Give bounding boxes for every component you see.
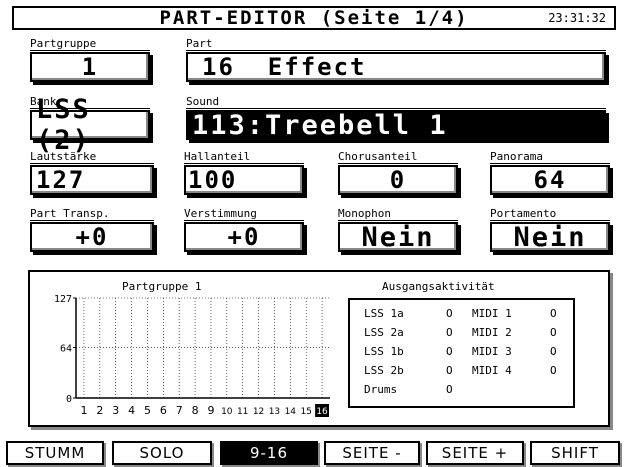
solo-button[interactable]: SOLO: [112, 441, 212, 465]
range-9-16-button[interactable]: 9-16: [220, 441, 318, 465]
label-partgruppe: Partgruppe: [30, 37, 97, 50]
label-underline: [338, 163, 458, 164]
bank-field[interactable]: LSS (2): [30, 94, 150, 156]
x-tick-label: 6: [160, 404, 167, 417]
x-tick-label: 10: [221, 407, 233, 417]
x-tick-label: 13: [269, 407, 280, 417]
label-sound: Sound: [186, 95, 220, 108]
part-field[interactable]: 16 Effect: [186, 52, 606, 82]
label-underline: [30, 50, 150, 51]
shift-button[interactable]: SHIFT: [530, 441, 620, 465]
label-underline: [186, 50, 606, 51]
x-tick-label: 7: [176, 404, 183, 417]
x-tick-label: 14: [285, 407, 297, 417]
output-indicator: O: [550, 326, 557, 339]
label-underline: [490, 163, 610, 164]
verstimmung-field[interactable]: +0: [184, 222, 304, 252]
x-tick-label: 5: [144, 404, 151, 417]
y-tick-label: 0: [66, 394, 72, 405]
part-editor-screen: PART-EDITOR (Seite 1/4) 23:31:32 Partgru…: [0, 0, 626, 467]
output-indicator: O: [446, 364, 453, 377]
x-tick-label: 11: [237, 407, 248, 417]
panorama-field[interactable]: 64: [490, 165, 610, 195]
sound-field[interactable]: 113:Treebell 1: [186, 110, 606, 141]
label-panorama: Panorama: [490, 150, 543, 163]
page-next-button[interactable]: SEITE +: [426, 441, 524, 465]
output-label: LSS 2b: [364, 364, 404, 377]
output-activity-title: Ausgangsaktivität: [382, 280, 495, 293]
x-tick-label: 4: [128, 404, 135, 417]
label-monophon: Monophon: [338, 207, 391, 220]
label-underline: [30, 220, 154, 221]
x-tick-label: 9: [207, 404, 214, 417]
lautstaerke-field[interactable]: 127: [30, 165, 154, 195]
label-part-transp: Part Transp.: [30, 207, 110, 220]
x-tick-label: 2: [96, 404, 103, 417]
output-indicator: O: [446, 326, 453, 339]
x-tick-label: 15: [300, 407, 311, 417]
output-label: LSS 1b: [364, 345, 404, 358]
output-indicator: O: [550, 345, 557, 358]
x-tick-label: 1: [80, 404, 87, 417]
output-indicator: O: [550, 364, 557, 377]
output-label: LSS 1a: [364, 307, 404, 320]
x-tick-label: 12: [253, 407, 264, 417]
part-value: 16 Effect: [202, 53, 367, 81]
clock: 23:31:32: [548, 11, 606, 25]
x-tick-label: 16: [316, 407, 328, 417]
output-indicator: O: [446, 307, 453, 320]
label-underline: [30, 163, 154, 164]
part-level-chart: 1276401 2 3 4 5 6 7 8 9 10 11 12 13 14 15 16: [54, 294, 330, 417]
label-chorusanteil: Chorusanteil: [338, 150, 418, 163]
stumm-button[interactable]: STUMM: [6, 441, 104, 465]
page-title: PART-EDITOR (Seite 1/4): [159, 7, 469, 29]
label-hallanteil: Hallanteil: [184, 150, 251, 163]
portamento-field[interactable]: Nein: [490, 222, 610, 253]
part-transp-field[interactable]: +0: [30, 222, 154, 252]
output-label: MIDI 3: [472, 345, 512, 358]
label-verstimmung: Verstimmung: [184, 207, 257, 220]
label-part: Part: [186, 37, 213, 50]
output-indicator: O: [446, 345, 453, 358]
x-tick-label: 8: [192, 404, 199, 417]
softkey-bar: STUMM SOLO 9-16 SEITE - SEITE + SHIFT: [6, 441, 620, 465]
label-underline: [184, 220, 304, 221]
monophon-field[interactable]: Nein: [338, 222, 458, 253]
activity-panel: Partgruppe 1 127 64 0 1 2 3 4 5 6 7 8 9 10 11 12 13 14 15…: [28, 270, 610, 427]
y-tick-label: 64: [60, 344, 72, 355]
label-portamento: Portamento: [490, 207, 557, 220]
title-bar: PART-EDITOR (Seite 1/4) 23:31:32: [12, 6, 616, 30]
output-indicator: O: [550, 307, 557, 320]
label-lautstaerke: Lautstärke: [30, 150, 97, 163]
y-tick-label: 127: [54, 294, 72, 305]
output-label: LSS 2a: [364, 326, 404, 339]
output-indicator: O: [446, 383, 453, 396]
output-label: Drums: [364, 383, 398, 396]
chorusanteil-field[interactable]: 0: [338, 165, 458, 195]
page-prev-button[interactable]: SEITE -: [324, 441, 420, 465]
output-label: MIDI 1: [472, 307, 512, 320]
label-underline: [184, 163, 304, 164]
x-tick-label: 3: [112, 404, 119, 417]
output-activity-box: LSS 1a O MIDI 1 O LSS 2a O MIDI 2 O LSS …: [348, 298, 575, 408]
hallanteil-field[interactable]: 100: [184, 165, 304, 195]
output-label: MIDI 4: [472, 364, 512, 377]
output-label: MIDI 2: [472, 326, 512, 339]
partgruppe-field[interactable]: 1: [30, 52, 150, 82]
